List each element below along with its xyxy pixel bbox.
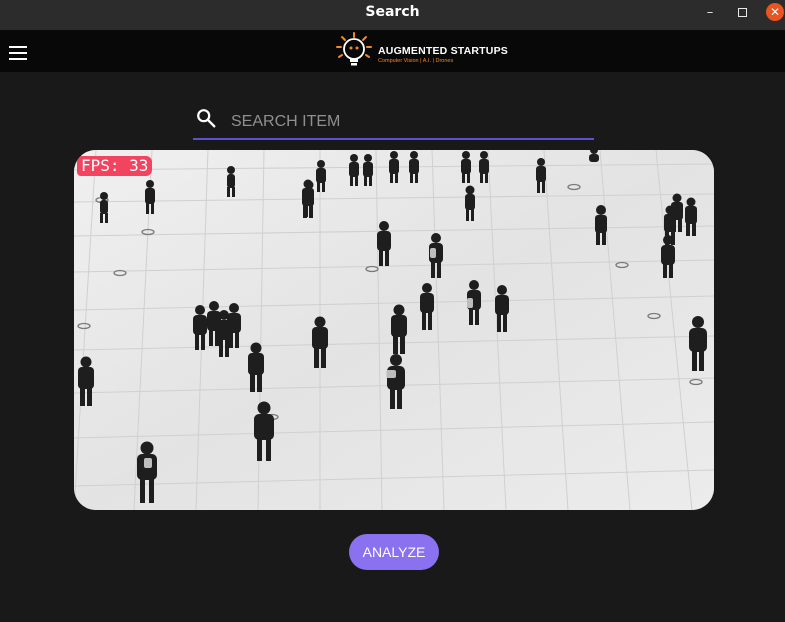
analyze-button[interactable]: ANALYZE (349, 534, 439, 570)
hamburger-menu-icon[interactable] (9, 46, 27, 60)
logo-title: AUGMENTED STARTUPS (378, 45, 508, 57)
search-field[interactable] (193, 104, 594, 140)
app-bar: AUGMENTED STARTUPS Computer Vision | A.I… (0, 30, 785, 72)
window-title: Search (365, 4, 420, 20)
search-input[interactable] (229, 108, 583, 136)
lightbulb-robot-logo (336, 32, 372, 66)
close-icon[interactable]: ✕ (766, 3, 784, 21)
logo-tagline: Computer Vision | A.I. | Drones (378, 58, 454, 64)
minimize-icon[interactable]: – (700, 4, 720, 22)
brand-logo: AUGMENTED STARTUPS Computer Vision | A.I… (334, 32, 508, 72)
video-feed: FPS: 33 (74, 150, 714, 510)
fps-badge: FPS: 33 (77, 156, 153, 176)
window-titlebar: Search – ✕ (0, 0, 785, 30)
search-icon (197, 109, 216, 128)
maximize-icon[interactable] (732, 4, 752, 22)
crowd-video-frame (74, 150, 714, 510)
